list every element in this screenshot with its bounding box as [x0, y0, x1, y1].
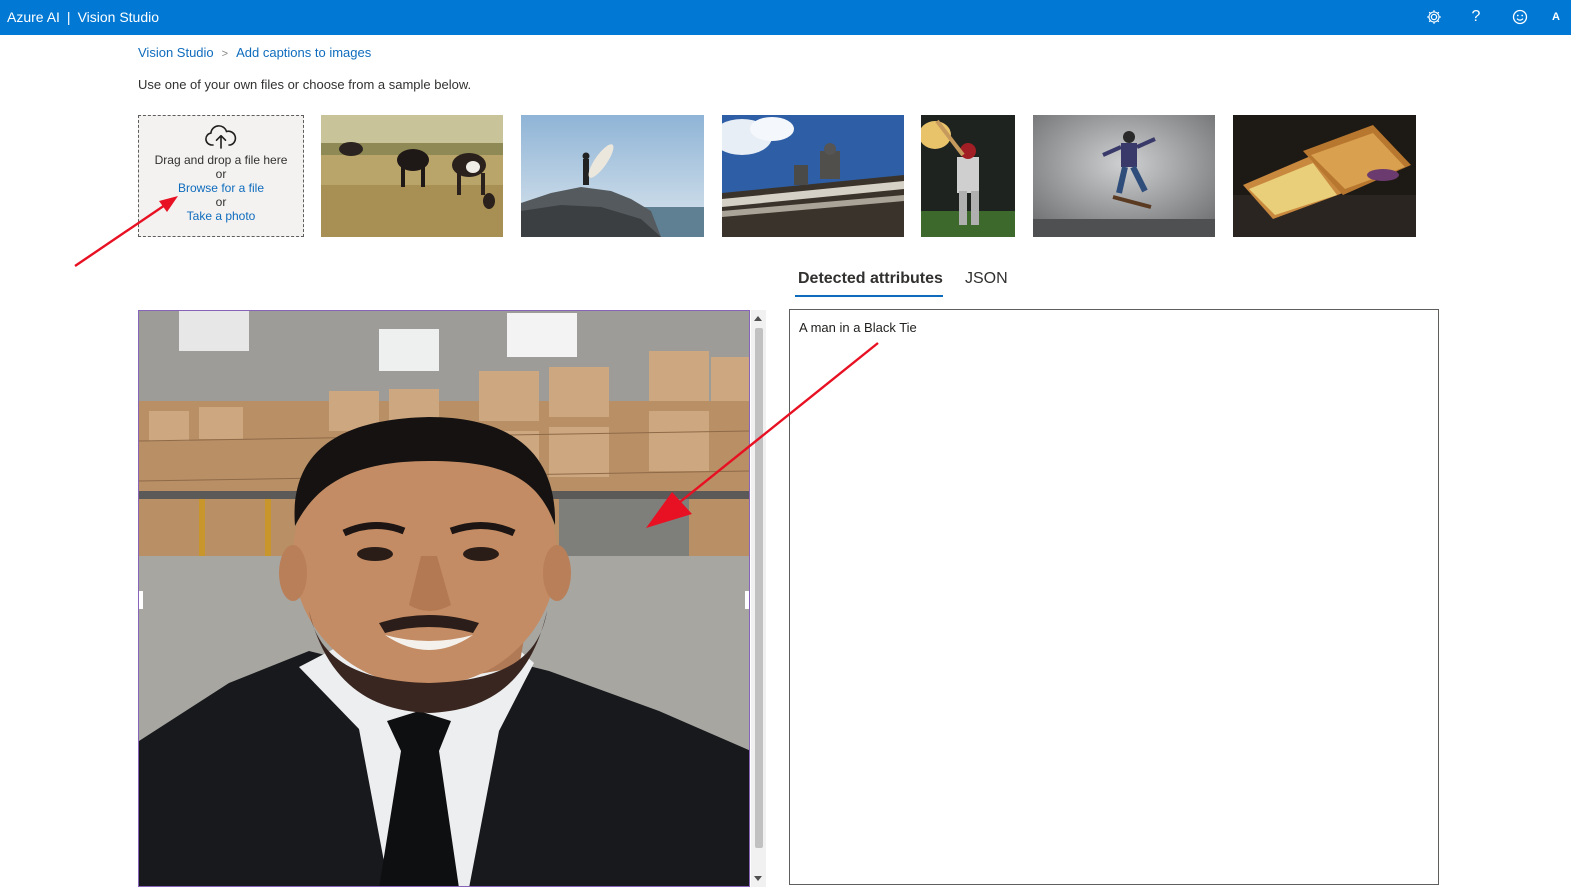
cloud-upload-icon: [205, 125, 237, 149]
sample-image-surfer[interactable]: [521, 115, 704, 237]
settings-icon[interactable]: [1423, 6, 1445, 28]
user-avatar[interactable]: A: [1545, 6, 1567, 28]
sample-image-building[interactable]: [722, 115, 904, 237]
sample-image-sandwich[interactable]: [1233, 115, 1416, 237]
scrollbar-thumb[interactable]: [755, 328, 763, 848]
scroll-down-icon[interactable]: [754, 876, 762, 881]
sample-image-cows[interactable]: [321, 115, 503, 237]
or-text: or: [215, 167, 227, 181]
breadcrumb-vision-studio[interactable]: Vision Studio: [138, 45, 214, 60]
tab-json[interactable]: JSON: [965, 270, 1008, 288]
tab-detected-attributes[interactable]: Detected attributes: [798, 270, 943, 288]
help-icon[interactable]: ?: [1465, 6, 1487, 28]
breadcrumb-add-captions[interactable]: Add captions to images: [236, 45, 371, 60]
active-tab-indicator: [795, 295, 943, 297]
intro-text: Use one of your own files or choose from…: [138, 77, 472, 92]
image-scrollbar[interactable]: [751, 310, 766, 887]
feedback-icon[interactable]: [1509, 6, 1531, 28]
analyzed-image: [138, 310, 750, 887]
caption-result: A man in a Black Tie: [799, 320, 917, 335]
brand-separator: |: [66, 9, 71, 25]
brand[interactable]: Azure AI | Vision Studio: [7, 9, 159, 25]
browse-file-link[interactable]: Browse for a file: [139, 181, 303, 195]
sample-image-baseball[interactable]: [921, 115, 1015, 237]
detected-attributes-panel: A man in a Black Tie: [789, 309, 1439, 885]
breadcrumb-separator: >: [221, 48, 229, 60]
brand-azure-ai: Azure AI: [7, 9, 60, 25]
scroll-up-icon[interactable]: [754, 316, 762, 321]
breadcrumb: Vision Studio > Add captions to images: [138, 45, 371, 60]
file-upload-dropzone[interactable]: Drag and drop a file here or Browse for …: [138, 115, 304, 237]
top-bar: Azure AI | Vision Studio ? A: [0, 0, 1571, 35]
or-text: or: [215, 195, 227, 209]
sample-image-skateboarder[interactable]: [1033, 115, 1215, 237]
brand-vision-studio: Vision Studio: [77, 9, 160, 25]
take-photo-link[interactable]: Take a photo: [139, 209, 303, 223]
drag-drop-text: Drag and drop a file here: [154, 153, 288, 167]
